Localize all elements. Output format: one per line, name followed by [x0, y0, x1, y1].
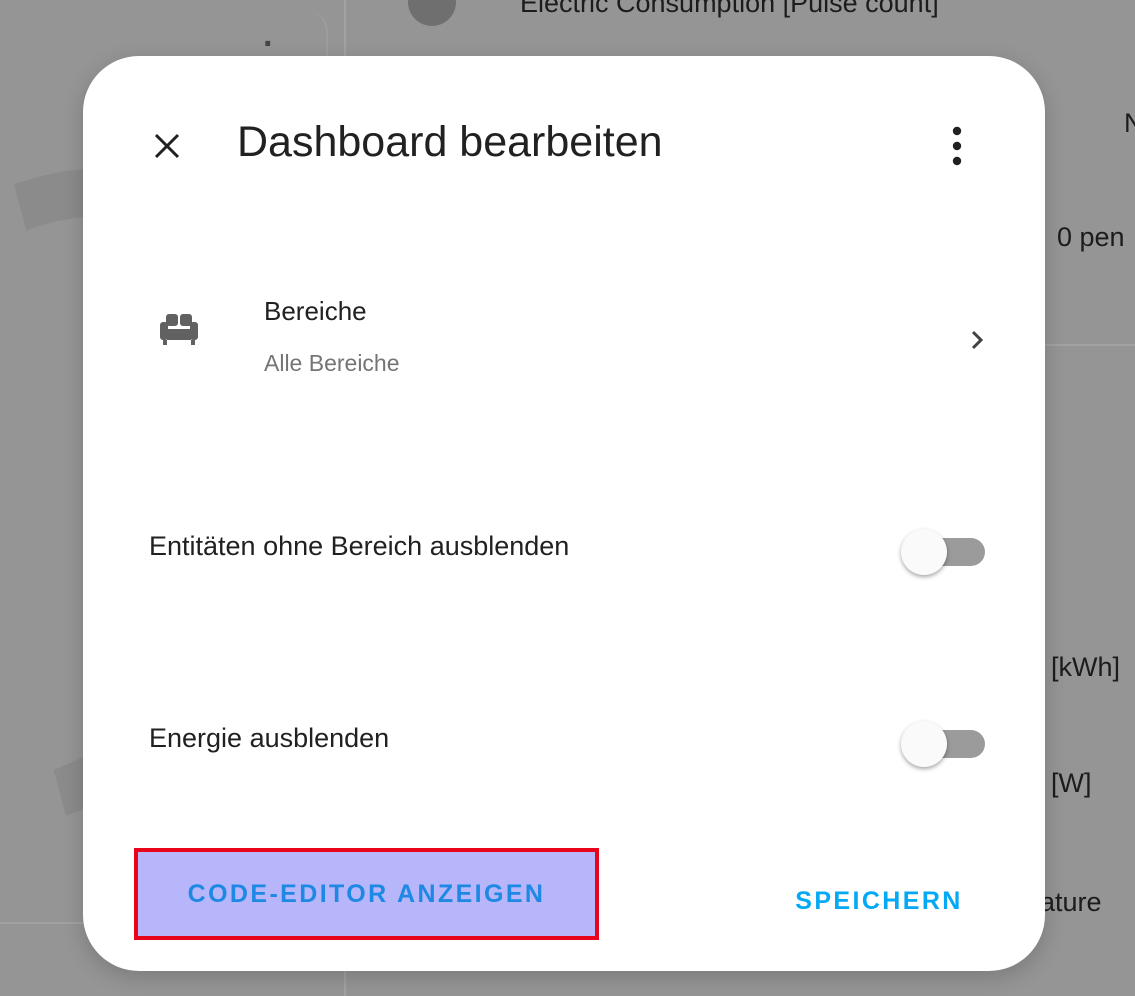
hide-energy-switch[interactable]	[901, 721, 987, 767]
overflow-menu-button[interactable]	[933, 122, 981, 170]
close-icon	[154, 133, 180, 159]
toggle-row-hide-energy: Energie ausblenden	[83, 703, 1045, 773]
save-button[interactable]: SPEICHERN	[759, 876, 999, 926]
background-divider	[1030, 344, 1135, 346]
hide-unassigned-switch[interactable]	[901, 529, 987, 575]
toggle-label: Entitäten ohne Bereich ausblenden	[149, 531, 570, 561]
background-card-menu-icon: ·	[263, 25, 275, 63]
background-entity-state: N	[1124, 108, 1135, 138]
switch-thumb	[901, 529, 947, 575]
background-entity-name: Electric Consumption [Pulse count]	[520, 0, 939, 18]
chevron-right-icon	[971, 330, 984, 350]
edit-dashboard-dialog: Dashboard bearbeiten Bereiche Alle Berei…	[83, 56, 1045, 971]
dialog-title: Dashboard bearbeiten	[237, 118, 663, 166]
show-code-editor-button[interactable]: CODE-EDITOR ANZEIGEN	[134, 848, 599, 940]
sofa-icon	[160, 314, 198, 345]
dialog-header: Dashboard bearbeiten	[83, 56, 1045, 236]
areas-subtitle: Alle Bereiche	[264, 350, 400, 376]
close-button[interactable]	[143, 122, 191, 170]
dots-vertical-icon	[952, 126, 962, 166]
toggle-label: Energie ausblenden	[149, 723, 390, 753]
areas-title: Bereiche	[264, 296, 367, 326]
background-entity-icon	[408, 0, 456, 26]
switch-thumb	[901, 721, 947, 767]
toggle-row-hide-unassigned: Entitäten ohne Bereich ausblenden	[83, 511, 1045, 581]
background-entity-state: 0 pen	[1057, 222, 1125, 252]
background-entity-unit: [kWh]	[1051, 652, 1121, 682]
background-entity-unit: [W]	[1051, 768, 1092, 798]
areas-selector[interactable]: Bereiche Alle Bereiche	[123, 274, 1005, 384]
